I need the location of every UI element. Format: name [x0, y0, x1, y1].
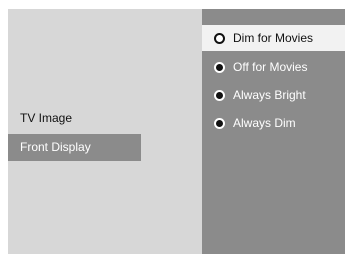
option-label: Off for Movies [233, 60, 308, 74]
radio-bullet-icon [214, 61, 225, 73]
option-label: Dim for Movies [233, 31, 314, 45]
menu-item-label: TV Image [20, 111, 73, 125]
option-dim-for-movies[interactable]: Dim for Movies [202, 25, 345, 51]
panel-header [202, 9, 345, 25]
menu-item-label: Front Display [20, 140, 91, 154]
menu-item-front-display[interactable]: Front Display [8, 134, 141, 161]
options-panel: Dim for Movies Off for Movies Always Bri… [202, 9, 345, 254]
menu-item-tv-image[interactable]: TV Image [8, 105, 141, 132]
option-off-for-movies[interactable]: Off for Movies [202, 54, 345, 80]
option-always-bright[interactable]: Always Bright [202, 82, 345, 108]
left-menu: TV Image Front Display [8, 9, 202, 254]
option-always-dim[interactable]: Always Dim [202, 110, 345, 136]
option-label: Always Dim [233, 116, 296, 130]
radio-bullet-icon [214, 89, 225, 101]
radio-bullet-icon [214, 117, 225, 129]
settings-screen: TV Image Front Display Dim for Movies Of… [8, 9, 345, 254]
radio-selected-icon [214, 32, 225, 44]
option-label: Always Bright [233, 88, 306, 102]
